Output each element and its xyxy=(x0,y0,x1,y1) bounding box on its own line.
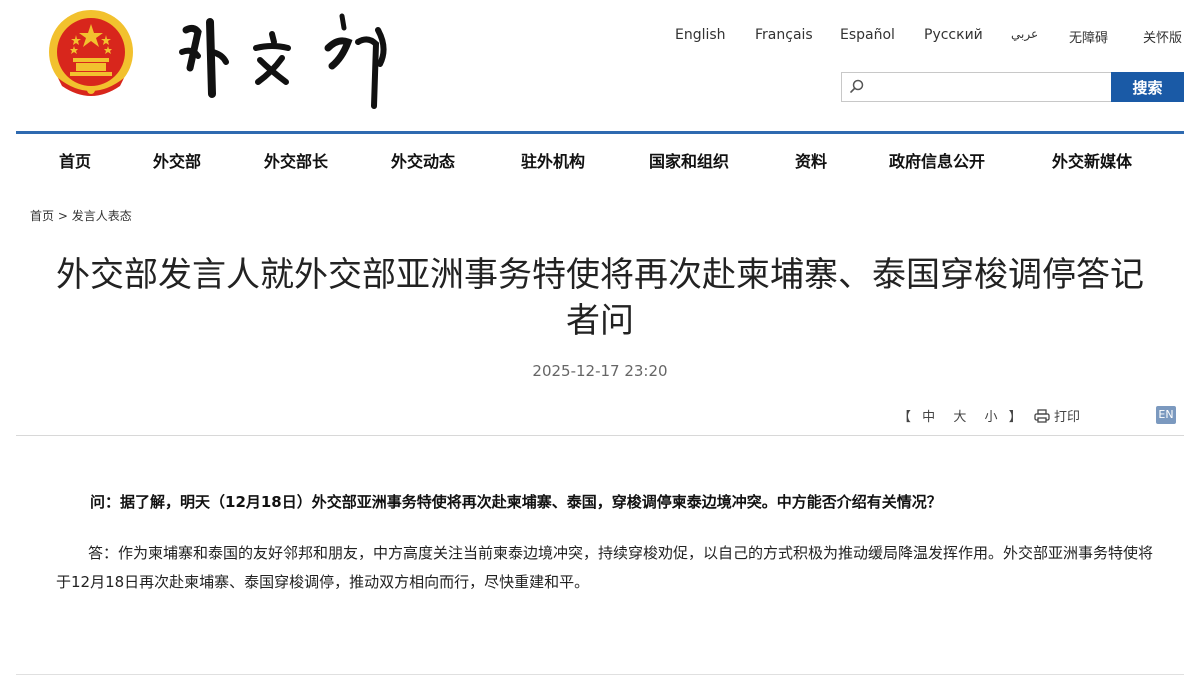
search-icon xyxy=(850,79,864,93)
article-datetime: 2025-12-17 23:20 xyxy=(532,362,668,380)
print-label: 打印 xyxy=(1054,410,1081,425)
english-version-button[interactable]: EN xyxy=(1156,406,1176,424)
emblem-icon xyxy=(49,10,133,96)
printer-icon xyxy=(1034,408,1050,423)
calligraphy-icon xyxy=(179,13,387,109)
search-input[interactable] xyxy=(841,72,1111,102)
lang-french-link[interactable]: Français xyxy=(755,27,813,43)
nav-item-ministry[interactable]: 外交部 xyxy=(153,148,201,172)
national-emblem-logo[interactable] xyxy=(46,8,136,100)
nav-item-minister[interactable]: 外交部长 xyxy=(264,148,328,172)
nav-item-missions-abroad[interactable]: 驻外机构 xyxy=(521,148,585,172)
breadcrumb-home-link[interactable]: 首页 xyxy=(30,209,54,223)
answer-paragraph: 答：作为柬埔寨和泰国的友好邻邦和朋友，中方高度关注当前柬泰边境冲突，持续穿梭劝促… xyxy=(56,544,1154,591)
footer-divider xyxy=(16,674,1184,675)
main-nav: 首页 外交部 外交部长 外交动态 驻外机构 国家和组织 资料 政府信息公开 外交… xyxy=(16,134,1184,184)
font-size-medium-button[interactable]: 中 xyxy=(922,410,935,425)
article-title: 外交部发言人就外交部亚洲事务特使将再次赴柬埔寨、泰国穿梭调停答记者问 xyxy=(56,255,1144,341)
font-size-large-button[interactable]: 大 xyxy=(953,410,966,425)
accessibility-link[interactable]: 无障碍 xyxy=(1069,27,1108,46)
lang-english-link[interactable]: English xyxy=(675,27,726,43)
nav-item-government-info[interactable]: 政府信息公开 xyxy=(889,148,985,172)
nav-item-diplomatic-news[interactable]: 外交动态 xyxy=(391,148,455,172)
elder-care-version-link[interactable]: 关怀版 xyxy=(1143,27,1182,46)
bracket-close: 】 xyxy=(1008,410,1022,425)
lang-arabic-link[interactable]: عربي xyxy=(1011,27,1038,41)
breadcrumb: 首页 > 发言人表态 xyxy=(30,207,132,224)
font-size-small-button[interactable]: 小 xyxy=(984,410,997,425)
nav-item-countries-organizations[interactable]: 国家和组织 xyxy=(649,148,729,172)
nav-item-new-media[interactable]: 外交新媒体 xyxy=(1052,148,1132,172)
content-divider xyxy=(16,435,1184,436)
nav-item-home[interactable]: 首页 xyxy=(59,148,91,172)
question-paragraph: 问：据了解，明天（12月18日）外交部亚洲事务特使将再次赴柬埔寨、泰国，穿梭调停… xyxy=(90,493,942,511)
breadcrumb-current-link[interactable]: 发言人表态 xyxy=(72,209,132,223)
lang-russian-link[interactable]: Русский xyxy=(924,27,983,43)
nav-item-resources[interactable]: 资料 xyxy=(795,148,827,172)
ministry-calligraphy-logo[interactable] xyxy=(172,8,402,118)
print-button[interactable]: 打印 xyxy=(1034,406,1080,425)
bracket-open: 【 xyxy=(898,410,912,425)
search-button[interactable]: 搜索 xyxy=(1111,72,1184,102)
search-bar: 搜索 xyxy=(841,72,1184,102)
breadcrumb-separator: > xyxy=(57,209,68,223)
font-size-controls: 【 中 大 小 】 xyxy=(898,406,1022,425)
lang-spanish-link[interactable]: Español xyxy=(840,27,895,43)
